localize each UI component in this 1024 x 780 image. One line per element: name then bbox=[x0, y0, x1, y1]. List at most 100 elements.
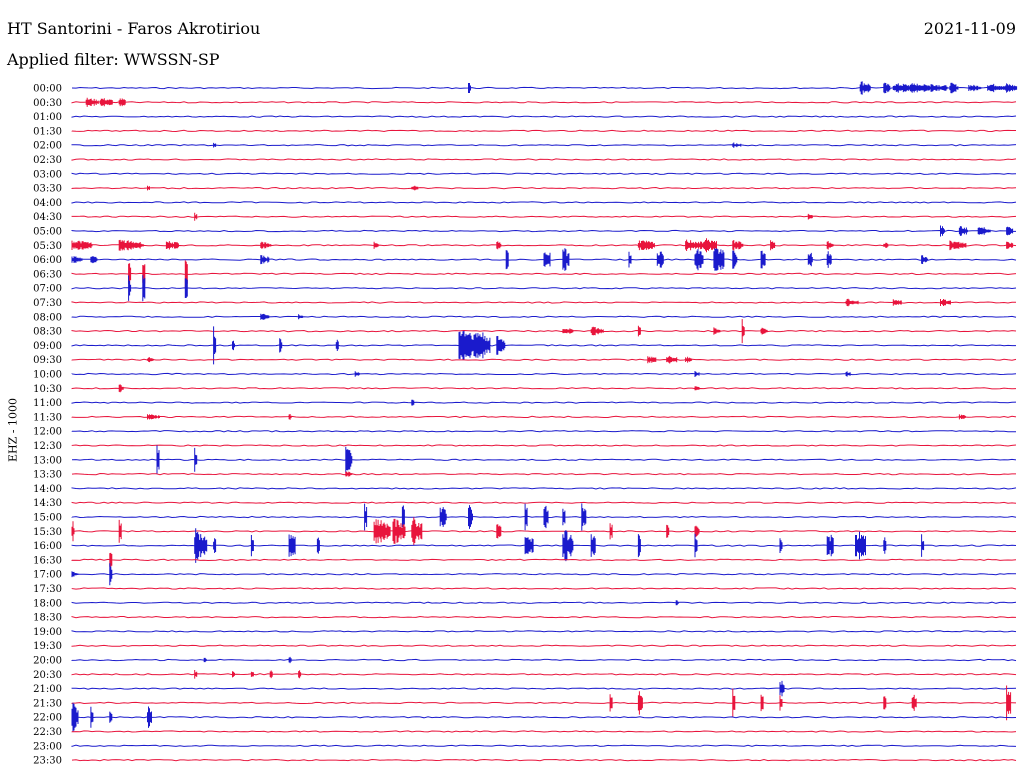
row-time-label: 10:30 bbox=[33, 384, 62, 395]
trace-row: 19:00 bbox=[33, 627, 1017, 638]
trace-row: 13:30 bbox=[33, 470, 1016, 481]
seismic-trace bbox=[71, 573, 1016, 576]
seismic-event bbox=[713, 327, 721, 335]
seismic-event bbox=[71, 521, 75, 542]
seismic-event bbox=[958, 226, 968, 236]
seismic-event bbox=[647, 356, 657, 364]
seismic-event bbox=[637, 325, 641, 337]
trace-row: 19:30 bbox=[33, 641, 1017, 652]
seismic-trace bbox=[71, 444, 1017, 447]
seismic-trace bbox=[71, 730, 1017, 733]
seismic-trace bbox=[71, 644, 1017, 647]
seismic-event bbox=[930, 84, 948, 92]
seismic-event bbox=[373, 241, 379, 249]
seismic-event bbox=[213, 326, 217, 365]
seismic-event bbox=[637, 691, 643, 715]
trace-row: 12:30 bbox=[33, 441, 1017, 452]
helicorder-plot: 00:00 00:30 01:00 01:30 02:00 02:30 03:00 03:30… bbox=[33, 81, 1018, 767]
trace-row: 22:00 bbox=[33, 702, 1017, 732]
seismic-event bbox=[1006, 83, 1018, 93]
row-time-label: 18:30 bbox=[33, 613, 62, 624]
row-time-label: 02:30 bbox=[33, 155, 62, 166]
seismic-event bbox=[411, 517, 423, 546]
trace-row: 18:30 bbox=[33, 613, 1017, 624]
row-time-label: 02:00 bbox=[33, 141, 62, 152]
seismic-trace bbox=[71, 215, 1017, 218]
seismic-event bbox=[694, 533, 698, 558]
row-time-label: 16:30 bbox=[33, 555, 62, 566]
seismic-trace bbox=[71, 115, 1017, 118]
seismic-trace bbox=[71, 701, 1017, 705]
seismic-event bbox=[118, 239, 144, 251]
row-time-label: 06:00 bbox=[33, 255, 62, 266]
seismic-trace bbox=[71, 630, 1017, 633]
seismic-trace bbox=[71, 229, 1016, 233]
seismic-event bbox=[685, 356, 693, 363]
trace-row: 21:30 bbox=[33, 685, 1017, 721]
seismic-event bbox=[987, 83, 1009, 93]
trace-row: 10:00 bbox=[33, 370, 1017, 381]
seismic-trace bbox=[71, 129, 1016, 133]
seismic-event bbox=[694, 386, 700, 391]
row-time-label: 16:00 bbox=[33, 541, 62, 552]
row-time-label: 18:00 bbox=[33, 598, 62, 609]
seismic-event bbox=[288, 414, 292, 420]
seismic-event bbox=[232, 671, 235, 678]
seismic-event bbox=[732, 250, 738, 269]
seismic-event bbox=[883, 696, 887, 710]
seismic-event bbox=[298, 670, 302, 679]
seismic-trace bbox=[71, 358, 1017, 361]
seismic-event bbox=[609, 523, 613, 540]
seismic-event bbox=[99, 98, 113, 107]
trace-row: 17:00 bbox=[33, 563, 1016, 586]
seismic-event bbox=[590, 326, 604, 336]
seismic-event bbox=[977, 227, 991, 235]
row-time-label: 01:00 bbox=[33, 112, 62, 123]
seismic-event bbox=[118, 519, 122, 543]
seismic-event bbox=[590, 534, 596, 557]
seismic-event bbox=[288, 656, 292, 664]
row-time-label: 05:30 bbox=[33, 241, 62, 252]
row-time-label: 20:30 bbox=[33, 670, 62, 681]
seismic-event bbox=[1006, 685, 1012, 721]
seismic-event bbox=[156, 445, 160, 475]
trace-row: 11:30 bbox=[33, 412, 1017, 423]
trace-row: 17:30 bbox=[33, 584, 1017, 595]
row-time-label: 22:00 bbox=[33, 713, 62, 724]
seismic-event bbox=[543, 505, 549, 529]
trace-row: 10:30 bbox=[33, 384, 1017, 395]
seismic-trace bbox=[71, 272, 1017, 276]
row-time-label: 06:30 bbox=[33, 269, 62, 280]
seismic-event bbox=[147, 706, 152, 728]
row-time-label: 03:00 bbox=[33, 169, 62, 180]
seismic-trace bbox=[71, 487, 1017, 490]
seismic-event bbox=[562, 508, 566, 526]
seismic-event bbox=[118, 384, 124, 393]
seismic-event bbox=[142, 275, 146, 302]
seismic-event bbox=[439, 507, 447, 527]
trace-row: 22:30 bbox=[33, 727, 1017, 738]
trace-row: 02:30 bbox=[33, 155, 1017, 166]
trace-row: 18:00 bbox=[33, 598, 1017, 609]
seismic-trace bbox=[71, 472, 1016, 476]
seismic-event bbox=[147, 414, 160, 420]
seismic-event bbox=[949, 240, 967, 251]
trace-row: 08:00 bbox=[33, 312, 1017, 323]
trace-row: 00:00 bbox=[33, 81, 1018, 95]
seismic-trace bbox=[71, 172, 1017, 175]
row-time-label: 21:00 bbox=[33, 684, 62, 695]
seismic-event bbox=[147, 357, 154, 363]
seismic-event bbox=[859, 81, 871, 95]
row-time-label: 13:00 bbox=[33, 455, 62, 466]
row-time-label: 14:00 bbox=[33, 484, 62, 495]
seismic-event bbox=[694, 249, 704, 271]
seismic-event bbox=[543, 252, 551, 267]
seismic-event bbox=[562, 530, 574, 562]
trace-row: 07:00 bbox=[33, 275, 1017, 302]
seismic-trace bbox=[71, 615, 1017, 619]
seismic-event bbox=[1006, 226, 1014, 236]
seismic-trace bbox=[71, 658, 1017, 662]
seismic-event bbox=[562, 328, 574, 334]
seismic-event bbox=[637, 534, 641, 558]
seismic-event bbox=[85, 97, 99, 107]
